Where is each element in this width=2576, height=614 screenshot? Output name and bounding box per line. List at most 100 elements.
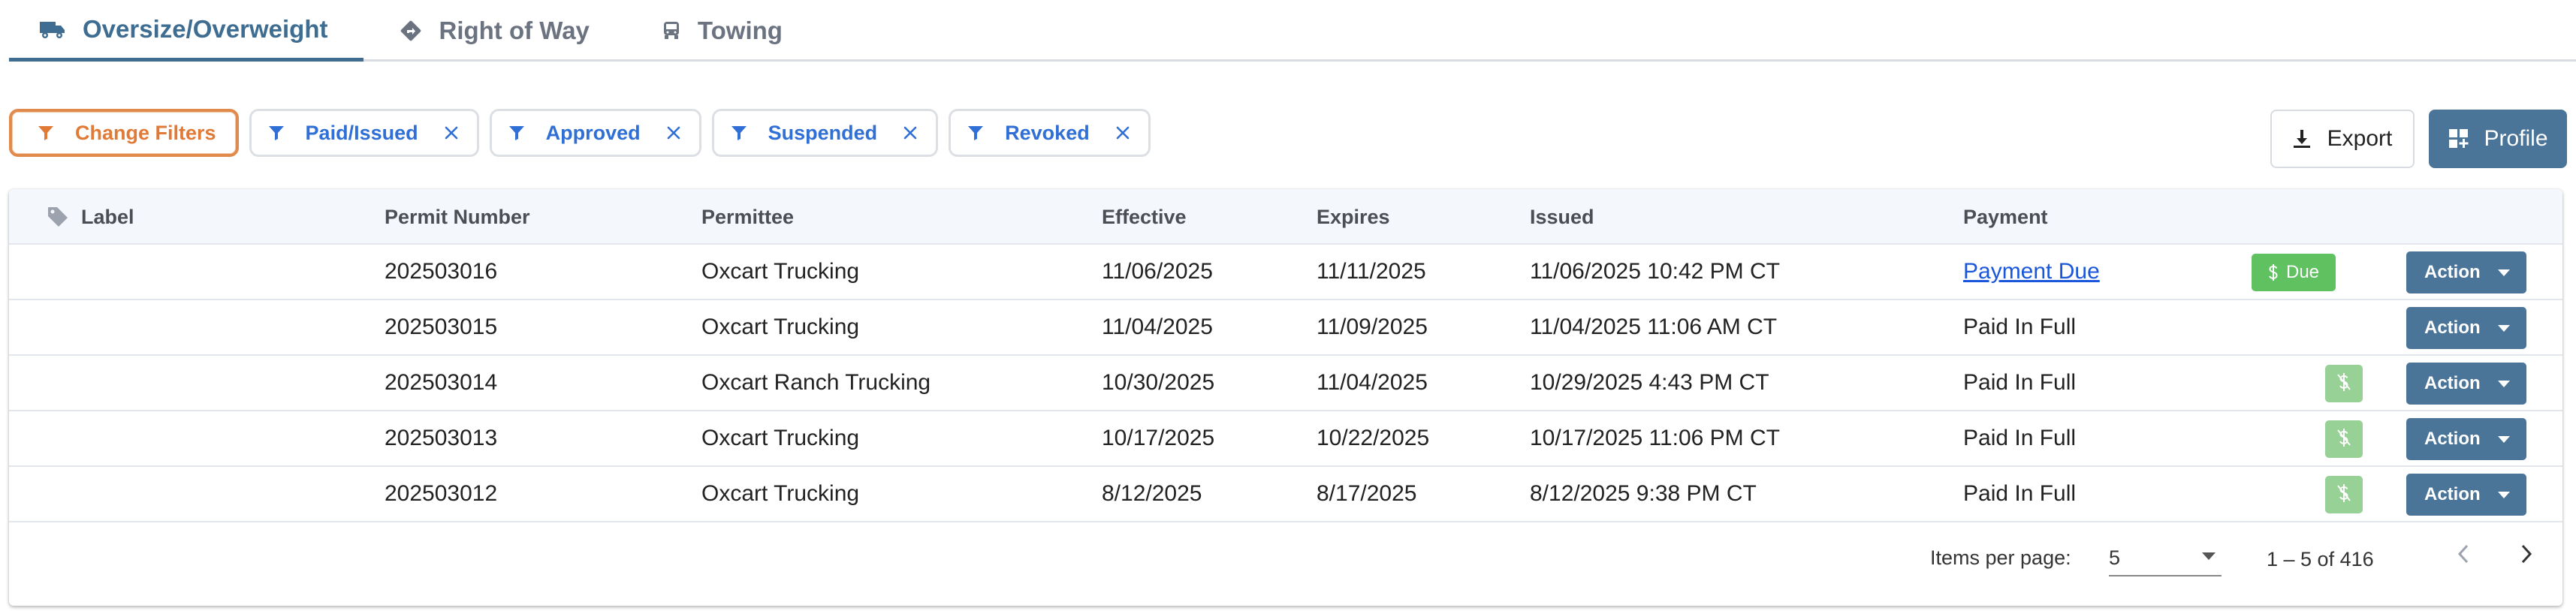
tow-truck-icon (662, 20, 681, 41)
issued-datetime: 11/04/2025 11:06 AM CT (1530, 315, 1778, 339)
change-filters-label: Change Filters (75, 121, 216, 144)
effective-date: 10/30/2025 (1102, 370, 1215, 395)
change-filters-button[interactable]: Change Filters (9, 109, 239, 157)
payment-status: Paid In Full (1963, 426, 2077, 450)
dollar-off-icon (2335, 483, 2353, 507)
chevron-right-icon (2519, 543, 2534, 568)
payment-status: Paid In Full (1963, 315, 2077, 339)
export-button[interactable]: Export (2270, 110, 2415, 168)
permit-number: 202503013 (385, 426, 498, 450)
issued-datetime: 11/06/2025 10:42 PM CT (1530, 259, 1780, 284)
caret-down-icon (2498, 325, 2510, 332)
permittee: Oxcart Trucking (701, 259, 860, 284)
caret-down-icon (2498, 381, 2510, 387)
table-row: 202503015 Oxcart Trucking 11/04/2025 11/… (9, 300, 2562, 356)
dollar-icon (2268, 263, 2279, 281)
permit-number: 202503012 (385, 481, 498, 506)
table-row: 202503016 Oxcart Trucking 11/06/2025 11/… (9, 245, 2562, 300)
action-button[interactable]: Action (2406, 363, 2526, 405)
download-icon (2293, 129, 2311, 149)
filter-icon (731, 125, 747, 141)
issued-datetime: 8/12/2025 9:38 PM CT (1530, 481, 1757, 506)
permittee: Oxcart Ranch Trucking (701, 370, 931, 395)
column-header-expires[interactable]: Expires (1317, 189, 1390, 245)
permittee: Oxcart Trucking (701, 315, 860, 339)
close-icon[interactable] (903, 125, 918, 140)
issued-datetime: 10/29/2025 4:43 PM CT (1530, 370, 1769, 395)
filter-chip-revoked[interactable]: Revoked (949, 109, 1151, 157)
items-per-page-label: Items per page: (1930, 546, 2071, 569)
caret-down-icon (2498, 436, 2510, 443)
profile-button[interactable]: Profile (2429, 110, 2567, 168)
payment-paid-badge[interactable] (2325, 365, 2363, 402)
dollar-off-icon (2335, 427, 2353, 452)
items-per-page-select[interactable]: 5 (2109, 534, 2222, 576)
filter-chip-label: Revoked (1005, 121, 1090, 144)
action-button[interactable]: Action (2406, 251, 2526, 293)
chevron-left-icon (2456, 543, 2471, 568)
truck-icon (39, 19, 66, 40)
expires-date: 8/17/2025 (1317, 481, 1417, 506)
payment-due-link[interactable]: Payment Due (1963, 245, 2100, 299)
payment-paid-badge[interactable] (2325, 420, 2363, 458)
caret-down-icon (2498, 492, 2510, 498)
action-button[interactable]: Action (2406, 418, 2526, 460)
column-header-label[interactable]: Label (47, 189, 134, 245)
payment-paid-badge[interactable] (2325, 476, 2363, 513)
permit-number: 202503015 (385, 315, 498, 339)
filter-bar: Change Filters Paid/Issued Approved Susp… (9, 109, 1151, 158)
permittee: Oxcart Trucking (701, 426, 860, 450)
filter-icon (38, 125, 54, 141)
tab-label: Right of Way (439, 17, 590, 44)
table-row: 202503012 Oxcart Trucking 8/12/2025 8/17… (9, 467, 2562, 522)
permits-table: Label Permit Number Permittee Effective … (9, 189, 2562, 606)
close-icon[interactable] (1115, 125, 1130, 140)
expires-date: 11/04/2025 (1317, 370, 1428, 395)
filter-chip-approved[interactable]: Approved (489, 109, 701, 157)
filter-chip-label: Approved (545, 121, 641, 144)
effective-date: 11/06/2025 (1102, 259, 1213, 284)
close-icon[interactable] (444, 125, 459, 140)
expires-date: 11/11/2025 (1317, 259, 1426, 284)
filter-chip-paid-issued[interactable]: Paid/Issued (249, 109, 479, 157)
effective-date: 8/12/2025 (1102, 481, 1202, 506)
filter-chip-label: Suspended (768, 121, 878, 144)
action-button[interactable]: Action (2406, 474, 2526, 516)
filter-chip-suspended[interactable]: Suspended (711, 109, 939, 157)
column-header-permittee[interactable]: Permittee (701, 189, 794, 245)
caret-down-icon (2202, 552, 2216, 560)
dollar-off-icon (2335, 372, 2353, 396)
previous-page-button[interactable] (2441, 533, 2486, 578)
next-page-button[interactable] (2504, 533, 2549, 578)
directions-diamond-icon (400, 20, 422, 42)
dashboard-add-icon (2448, 128, 2470, 150)
payment-status: Paid In Full (1963, 370, 2077, 395)
page-range: 1 – 5 of 416 (2267, 548, 2374, 570)
column-header-effective[interactable]: Effective (1102, 189, 1187, 245)
column-header-permit-number[interactable]: Permit Number (385, 189, 530, 245)
effective-date: 10/17/2025 (1102, 426, 1215, 450)
payment-due-badge[interactable]: Due (2252, 254, 2336, 291)
tab-towing[interactable]: Towing (626, 0, 819, 62)
table-row: 202503013 Oxcart Trucking 10/17/2025 10/… (9, 411, 2562, 467)
action-button[interactable]: Action (2406, 307, 2526, 349)
payment-status: Paid In Full (1963, 481, 2077, 506)
permit-number: 202503014 (385, 370, 498, 395)
profile-label: Profile (2484, 126, 2548, 151)
tab-label: Towing (697, 17, 783, 44)
tag-icon (47, 206, 69, 228)
tab-label: Oversize/Overweight (83, 14, 328, 43)
tab-oversize-overweight[interactable]: Oversize/Overweight (9, 0, 364, 62)
permit-type-tabs: Oversize/Overweight Right of Way Towing (9, 0, 2576, 62)
permittee: Oxcart Trucking (701, 481, 860, 506)
column-header-payment[interactable]: Payment (1963, 189, 2048, 245)
filter-chip-label: Paid/Issued (305, 121, 418, 144)
tab-right-of-way[interactable]: Right of Way (363, 0, 625, 62)
column-header-issued[interactable]: Issued (1530, 189, 1594, 245)
filter-icon (268, 125, 285, 141)
close-icon[interactable] (666, 125, 681, 140)
filter-icon (508, 125, 525, 141)
expires-date: 10/22/2025 (1317, 426, 1430, 450)
caret-down-icon (2498, 269, 2510, 276)
issued-datetime: 10/17/2025 11:06 PM CT (1530, 426, 1780, 450)
